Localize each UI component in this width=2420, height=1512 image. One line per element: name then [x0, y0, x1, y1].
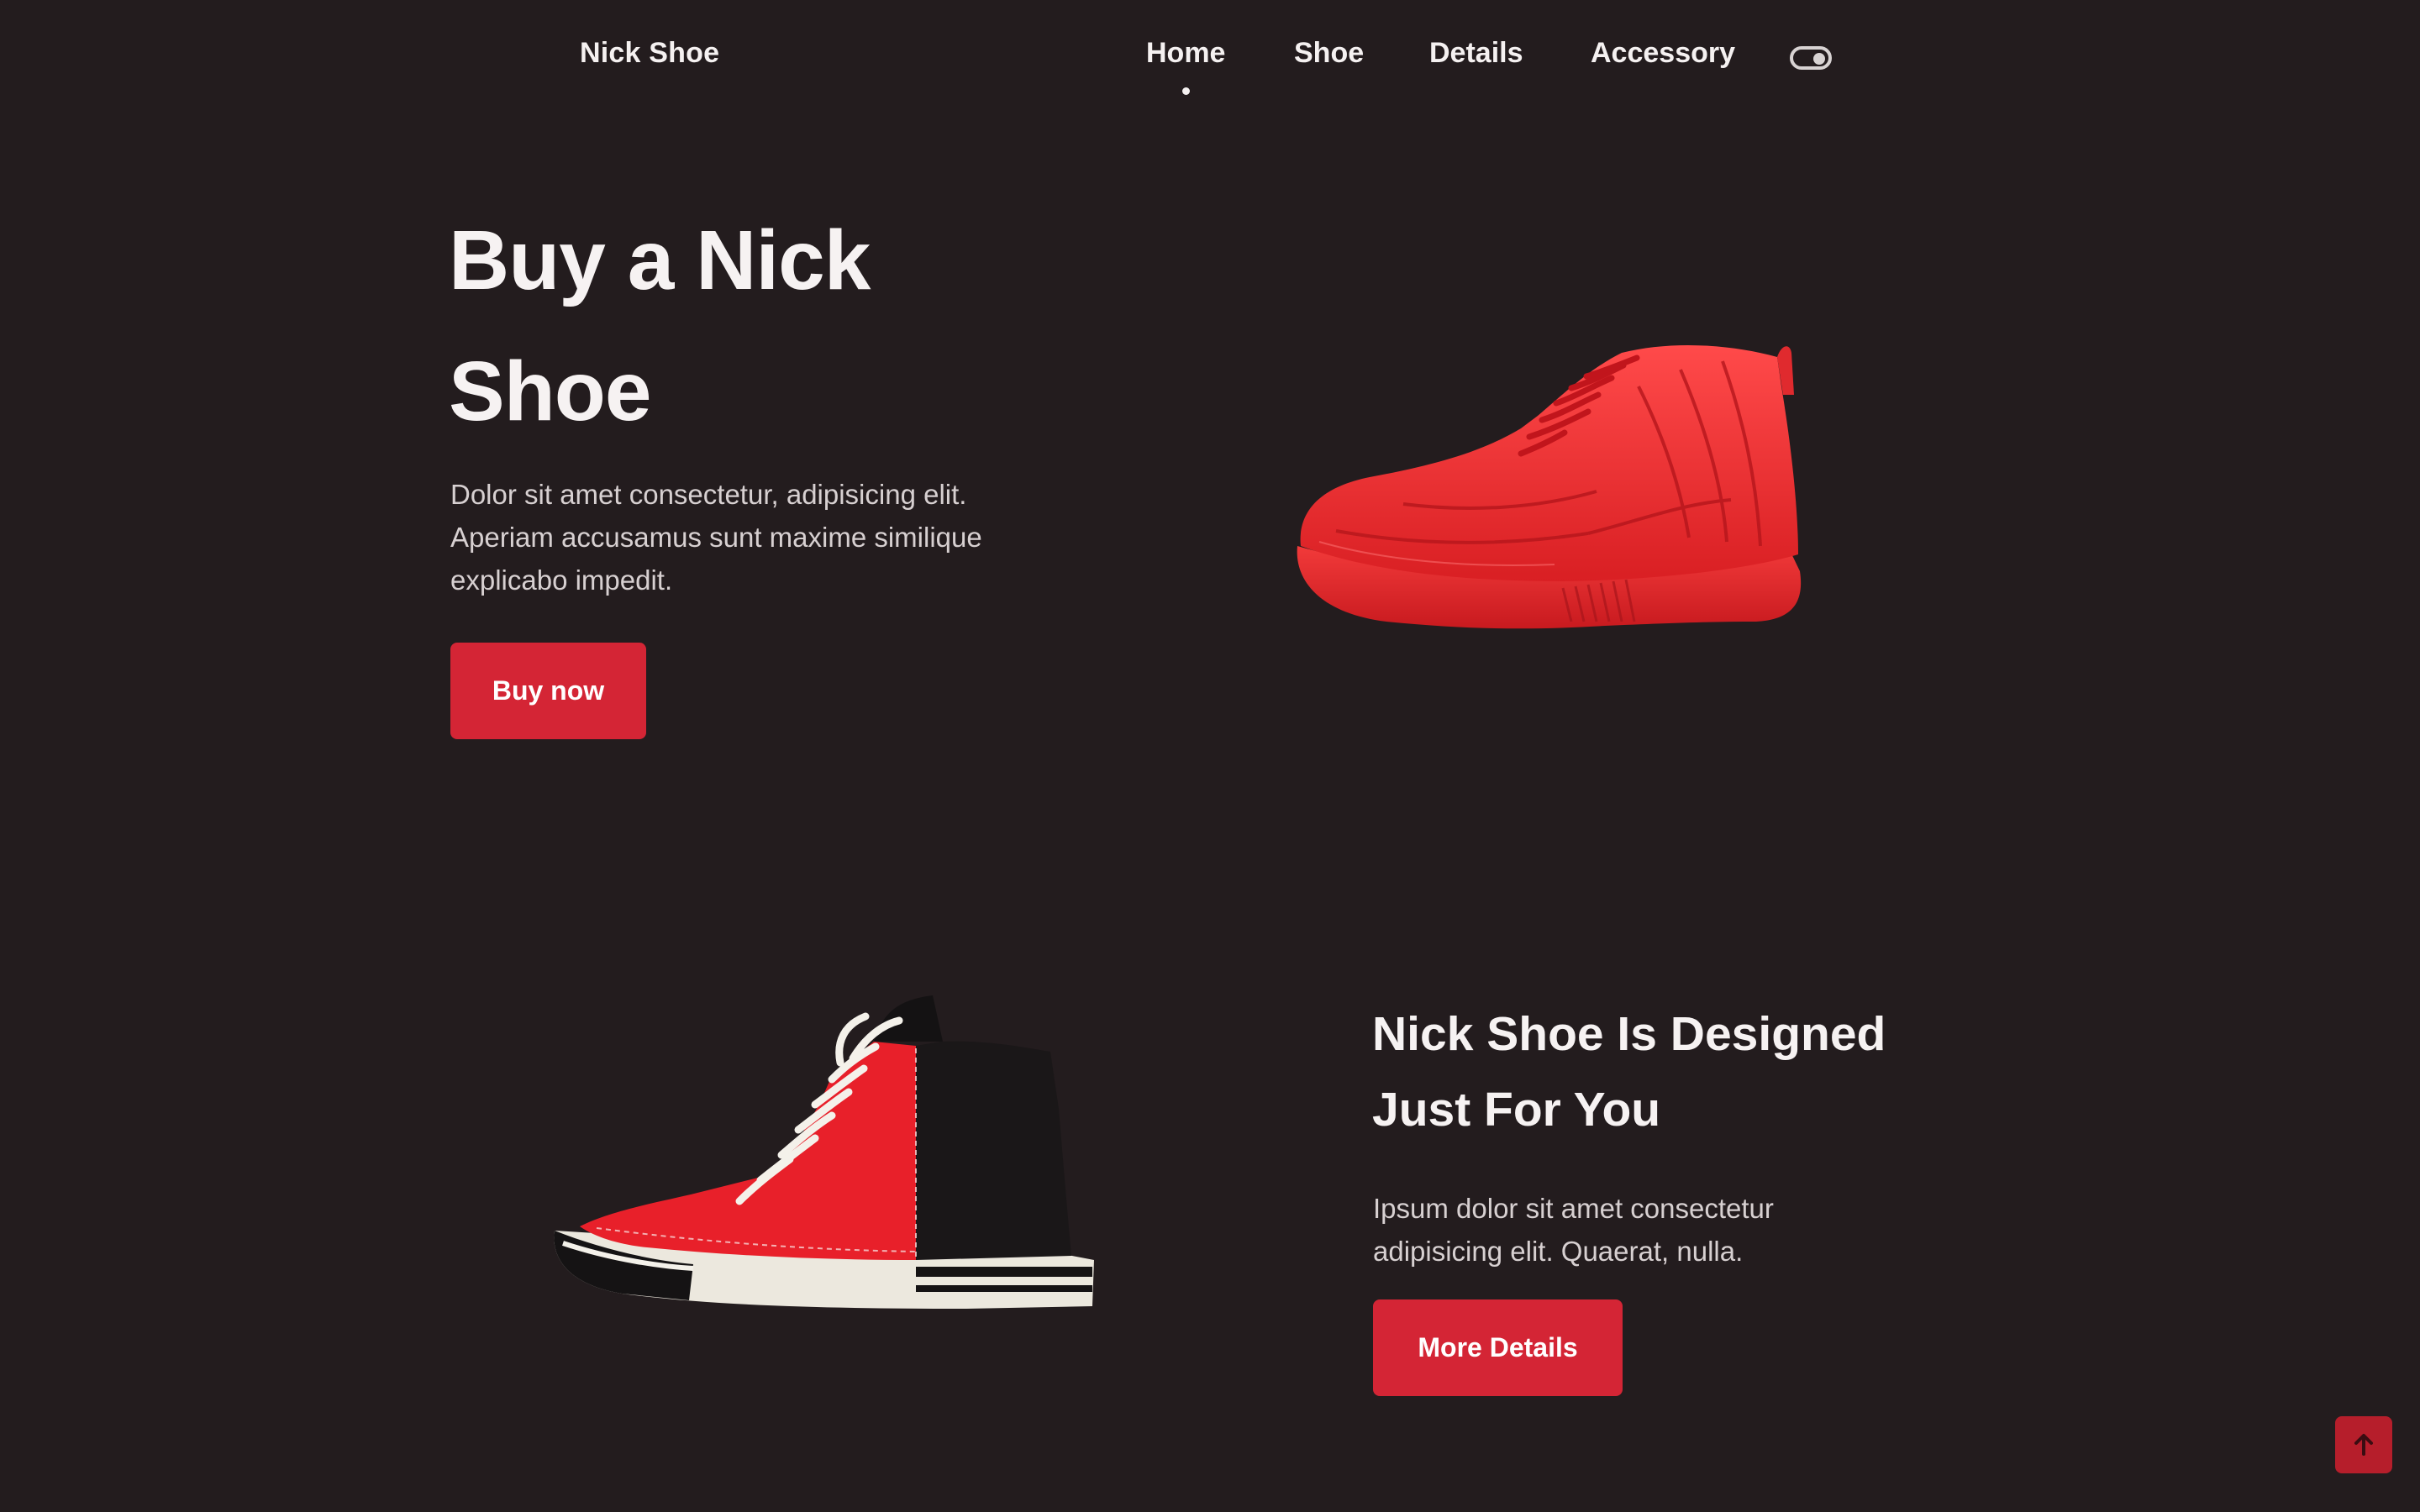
red-black-sneaker-image	[554, 995, 1094, 1309]
hero-title: Buy a Nick Shoe	[449, 195, 986, 457]
nav-link-details[interactable]: Details	[1429, 37, 1523, 70]
feature-description: Ipsum dolor sit amet consectetur adipisi…	[1373, 1187, 1911, 1273]
red-sneaker-image	[1297, 344, 1802, 629]
hero-title-line: Shoe	[449, 344, 651, 438]
arrow-up-icon	[2354, 1434, 2373, 1456]
hero-description-line: Dolor sit amet consectetur, adipisicing …	[450, 479, 967, 510]
feature-title-line: Nick Shoe Is Designed	[1372, 1007, 1886, 1061]
hero-description: Dolor sit amet consectetur, adipisicing …	[450, 473, 1072, 601]
nav-link-shoe[interactable]: Shoe	[1294, 37, 1364, 70]
theme-toggle-icon[interactable]	[1790, 46, 1832, 70]
scroll-up-button[interactable]	[2335, 1416, 2392, 1473]
feature-title-line: Just For You	[1372, 1083, 1661, 1137]
feature-description-line: Ipsum dolor sit amet consectetur	[1373, 1193, 1774, 1224]
site-header: Nick Shoe Home Shoe Details Accessory	[0, 0, 2420, 118]
nav-link-accessory[interactable]: Accessory	[1591, 37, 1735, 70]
buy-now-button[interactable]: Buy now	[450, 643, 646, 739]
feature-title: Nick Shoe Is Designed Just For You	[1372, 996, 1960, 1147]
nav-link-home[interactable]: Home	[1146, 37, 1225, 95]
hero-description-line: Aperiam accusamus sunt maxime similique	[450, 522, 982, 553]
logo[interactable]: Nick Shoe	[580, 37, 719, 70]
hero-title-line: Buy a Nick	[449, 213, 871, 307]
hero-description-line: explicabo impedit.	[450, 564, 673, 596]
more-details-button[interactable]: More Details	[1373, 1299, 1623, 1396]
feature-description-line: adipisicing elit. Quaerat, nulla.	[1373, 1236, 1744, 1267]
toggle-knob	[1813, 53, 1825, 65]
